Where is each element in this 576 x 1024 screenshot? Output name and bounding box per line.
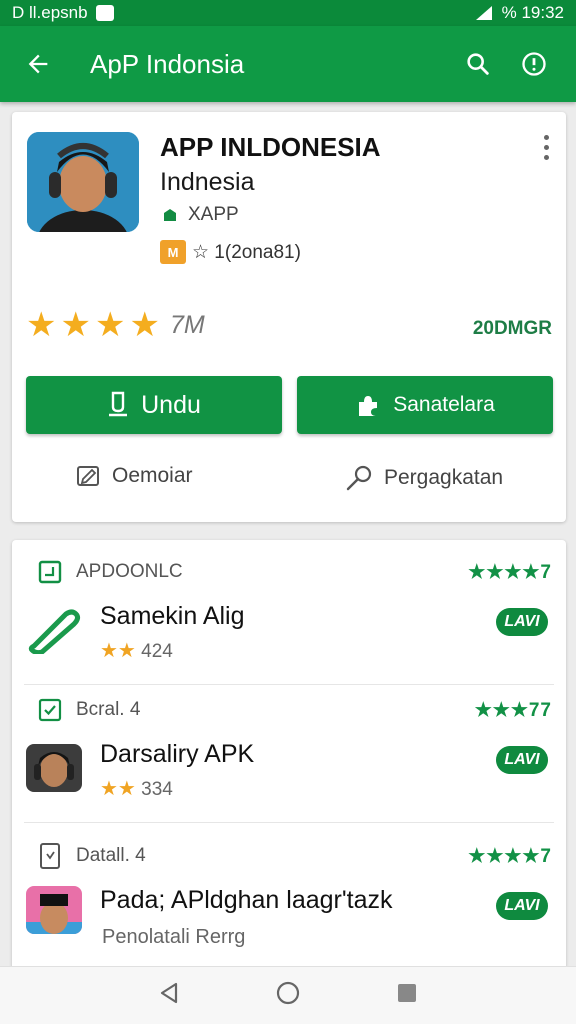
content-rating-badge: M bbox=[160, 240, 186, 264]
triangle-back-icon bbox=[161, 982, 178, 1004]
related-section: APDOONLC ★★★★7 Samekin Alig ★★ 424 LAVI bbox=[12, 552, 566, 682]
app-icon bbox=[27, 132, 139, 232]
page-title: ApP Indonsia bbox=[90, 48, 245, 79]
list-item[interactable]: Darsaliry APK ★★ 334 LAVI bbox=[12, 730, 566, 820]
list-item[interactable]: Samekin Alig ★★ 424 LAVI bbox=[12, 592, 566, 682]
verified-icon bbox=[164, 209, 176, 221]
square-recents-icon bbox=[397, 984, 416, 1002]
list-item[interactable]: Pada; APldghan laagr'tazk Penolatali Rer… bbox=[12, 876, 566, 966]
app-title: APP INLDONESIA bbox=[160, 132, 381, 162]
item-name: Samekin Alig bbox=[100, 602, 245, 630]
developer-name: XAPP bbox=[188, 204, 239, 225]
app-icon bbox=[26, 886, 82, 934]
info-icon bbox=[522, 52, 546, 76]
section-stars: ★★★★7 bbox=[468, 845, 552, 867]
puzzle-icon bbox=[359, 396, 378, 416]
star-icon: ★ bbox=[94, 306, 126, 344]
install-pill[interactable]: LAVI bbox=[496, 746, 548, 774]
item-rating-value: 424 bbox=[141, 641, 173, 662]
status-left-text: D ll.epsnb bbox=[12, 3, 88, 22]
install-label: Undu bbox=[141, 390, 201, 419]
search-icon bbox=[467, 53, 489, 75]
content-rating-row: M ☆ 1(2ona81) bbox=[160, 240, 301, 264]
review-link[interactable]: Oemoiar bbox=[76, 464, 193, 488]
dot-icon bbox=[543, 144, 549, 150]
section-title: Bcral. 4 bbox=[76, 699, 141, 720]
dot-icon bbox=[543, 154, 549, 160]
developer-row[interactable]: XAPP bbox=[162, 204, 239, 226]
notification-icon bbox=[95, 5, 114, 21]
star-icon: ★ bbox=[129, 306, 160, 344]
section-title: APDOONLC bbox=[76, 561, 183, 582]
key-icon bbox=[346, 465, 372, 491]
back-nav-button[interactable] bbox=[156, 980, 182, 1011]
section-header[interactable]: Bcral. 4 ★★★77 bbox=[12, 690, 566, 730]
signal-icon bbox=[475, 6, 492, 20]
section-title: Datall. 4 bbox=[76, 845, 146, 866]
info-button[interactable] bbox=[506, 40, 562, 88]
content-rating-text: ☆ 1(2ona81) bbox=[192, 241, 301, 263]
related-section: Datall. 4 ★★★★7 Pada; APldghan laagr'taz… bbox=[12, 836, 566, 966]
related-apps-card: APDOONLC ★★★★7 Samekin Alig ★★ 424 LAVI bbox=[12, 540, 566, 970]
divider bbox=[24, 822, 554, 823]
home-nav-button[interactable] bbox=[275, 980, 301, 1011]
item-subtitle: Penolatali Rerrg bbox=[102, 926, 246, 948]
section-stars: ★★★77 bbox=[474, 699, 552, 721]
app-bar: ApP Indonsia bbox=[0, 26, 576, 102]
related-section: Bcral. 4 ★★★77 Darsaliry APK ★★ 334 LAVI bbox=[12, 690, 566, 820]
rating-row: ★ ★ ★ ★ 7M bbox=[26, 308, 205, 342]
recents-nav-button[interactable] bbox=[394, 980, 420, 1011]
review-link-label: Oemoiar bbox=[112, 464, 193, 487]
install-button[interactable]: Undu bbox=[26, 376, 282, 434]
install-pill[interactable]: LAVI bbox=[496, 892, 548, 920]
section-stars: ★★★★7 bbox=[468, 561, 552, 583]
checkbox-icon bbox=[38, 698, 62, 722]
share-button[interactable]: Sanatelara bbox=[297, 376, 553, 434]
divider bbox=[24, 684, 554, 685]
edit-icon bbox=[77, 466, 99, 486]
app-detail-card: APP INLDONESIA Indnesia XAPP M ☆ 1(2ona8… bbox=[12, 112, 566, 522]
device-icon bbox=[40, 843, 60, 869]
star-icon: ★★ bbox=[100, 640, 136, 662]
status-bar: D ll.epsnb % 19:32 bbox=[0, 0, 576, 26]
rating-count: 7M bbox=[169, 310, 205, 339]
star-icon: ★ bbox=[26, 306, 57, 344]
item-name: Darsaliry APK bbox=[100, 740, 255, 768]
search-button[interactable] bbox=[450, 40, 506, 88]
item-rating: ★★ 424 bbox=[100, 638, 173, 663]
permissions-link[interactable]: Pergagkatan bbox=[344, 464, 503, 492]
arrow-left-icon bbox=[28, 54, 48, 74]
item-name: Pada; APldghan laagr'tazk bbox=[100, 886, 393, 914]
section-header[interactable]: Datall. 4 ★★★★7 bbox=[12, 836, 566, 876]
share-label: Sanatelara bbox=[393, 393, 495, 416]
item-rating: ★★ 334 bbox=[100, 776, 173, 801]
system-nav-bar bbox=[0, 966, 576, 1024]
checkbox-icon bbox=[38, 560, 62, 584]
downloads-count: 20DMGR bbox=[472, 318, 552, 339]
app-icon bbox=[26, 606, 82, 654]
circle-home-icon bbox=[276, 981, 300, 1005]
permissions-link-label: Pergagkatan bbox=[384, 466, 504, 489]
app-subtitle: Indnesia bbox=[160, 168, 255, 196]
dot-icon bbox=[543, 134, 549, 140]
item-rating-value: 334 bbox=[141, 779, 173, 800]
overflow-menu-button[interactable] bbox=[536, 132, 556, 162]
download-icon bbox=[109, 391, 128, 417]
app-icon bbox=[26, 744, 82, 792]
section-header[interactable]: APDOONLC ★★★★7 bbox=[12, 552, 566, 592]
star-icon: ★★ bbox=[100, 778, 136, 800]
install-pill[interactable]: LAVI bbox=[496, 608, 548, 636]
back-button[interactable] bbox=[14, 40, 62, 88]
star-icon: ★ bbox=[60, 306, 91, 344]
status-right-text: % 19:32 bbox=[501, 3, 564, 22]
